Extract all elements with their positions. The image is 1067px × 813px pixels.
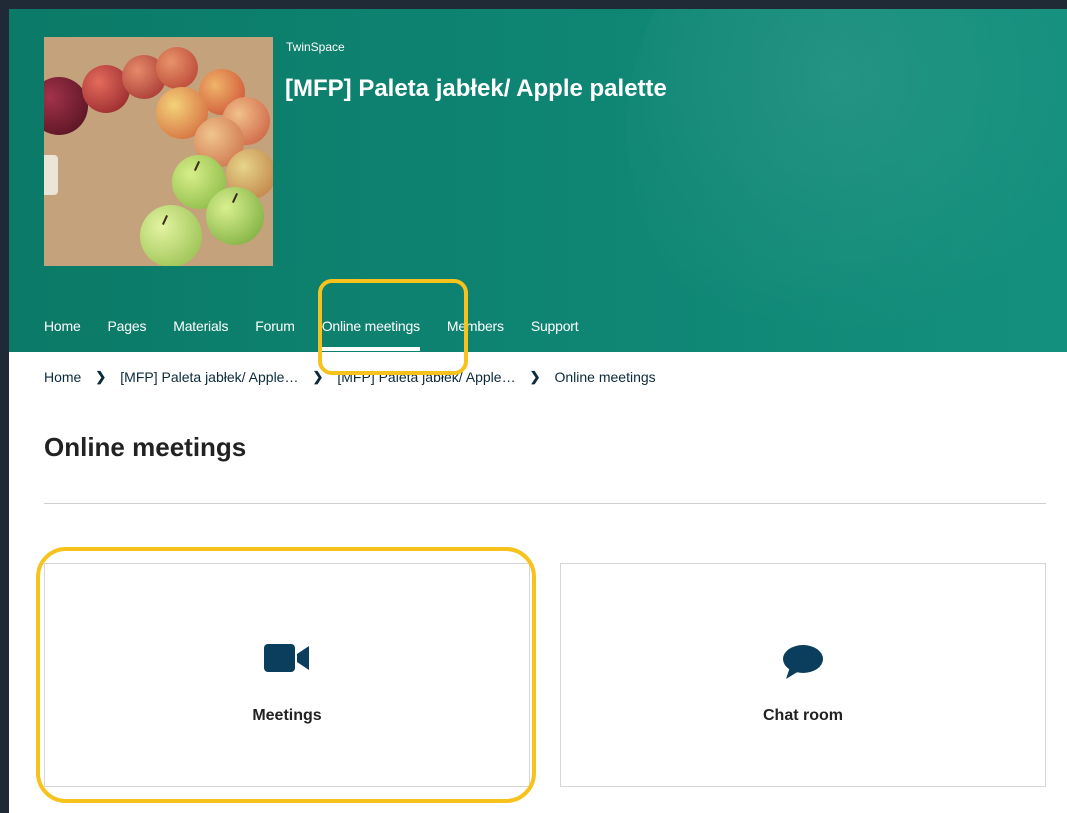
breadcrumb-separator-icon: ❯ [95,369,107,384]
nav-highlight-annotation [318,279,468,375]
brand-label: TwinSpace [286,40,345,54]
breadcrumb-home[interactable]: Home [44,369,81,385]
card-highlight-annotation [36,547,536,803]
speech-bubble-icon [782,644,824,687]
breadcrumb-separator-icon: ❯ [529,369,541,384]
nav-item-support[interactable]: Support [531,318,579,348]
screenshot-frame-left [0,0,9,813]
section-divider [44,503,1046,504]
nav-item-materials[interactable]: Materials [173,318,228,348]
nav-item-pages[interactable]: Pages [108,318,147,348]
nav-item-home[interactable]: Home [44,318,81,348]
screenshot-frame-top [0,0,1067,9]
chat-room-card-label: Chat room [763,707,843,724]
page-title: Online meetings [44,432,247,462]
breadcrumb-current: Online meetings [554,369,656,385]
project-header: TwinSpace [MFP] Paleta jabłek/ Apple pal… [9,9,1067,352]
header-sheen [627,9,1067,352]
breadcrumb-project[interactable]: [MFP] Paleta jabłek/ Apple… [120,369,298,385]
chat-room-card[interactable]: Chat room [560,563,1046,787]
nav-item-forum[interactable]: Forum [255,318,295,348]
project-image [44,37,273,266]
project-title: [MFP] Paleta jabłek/ Apple palette [285,75,667,102]
